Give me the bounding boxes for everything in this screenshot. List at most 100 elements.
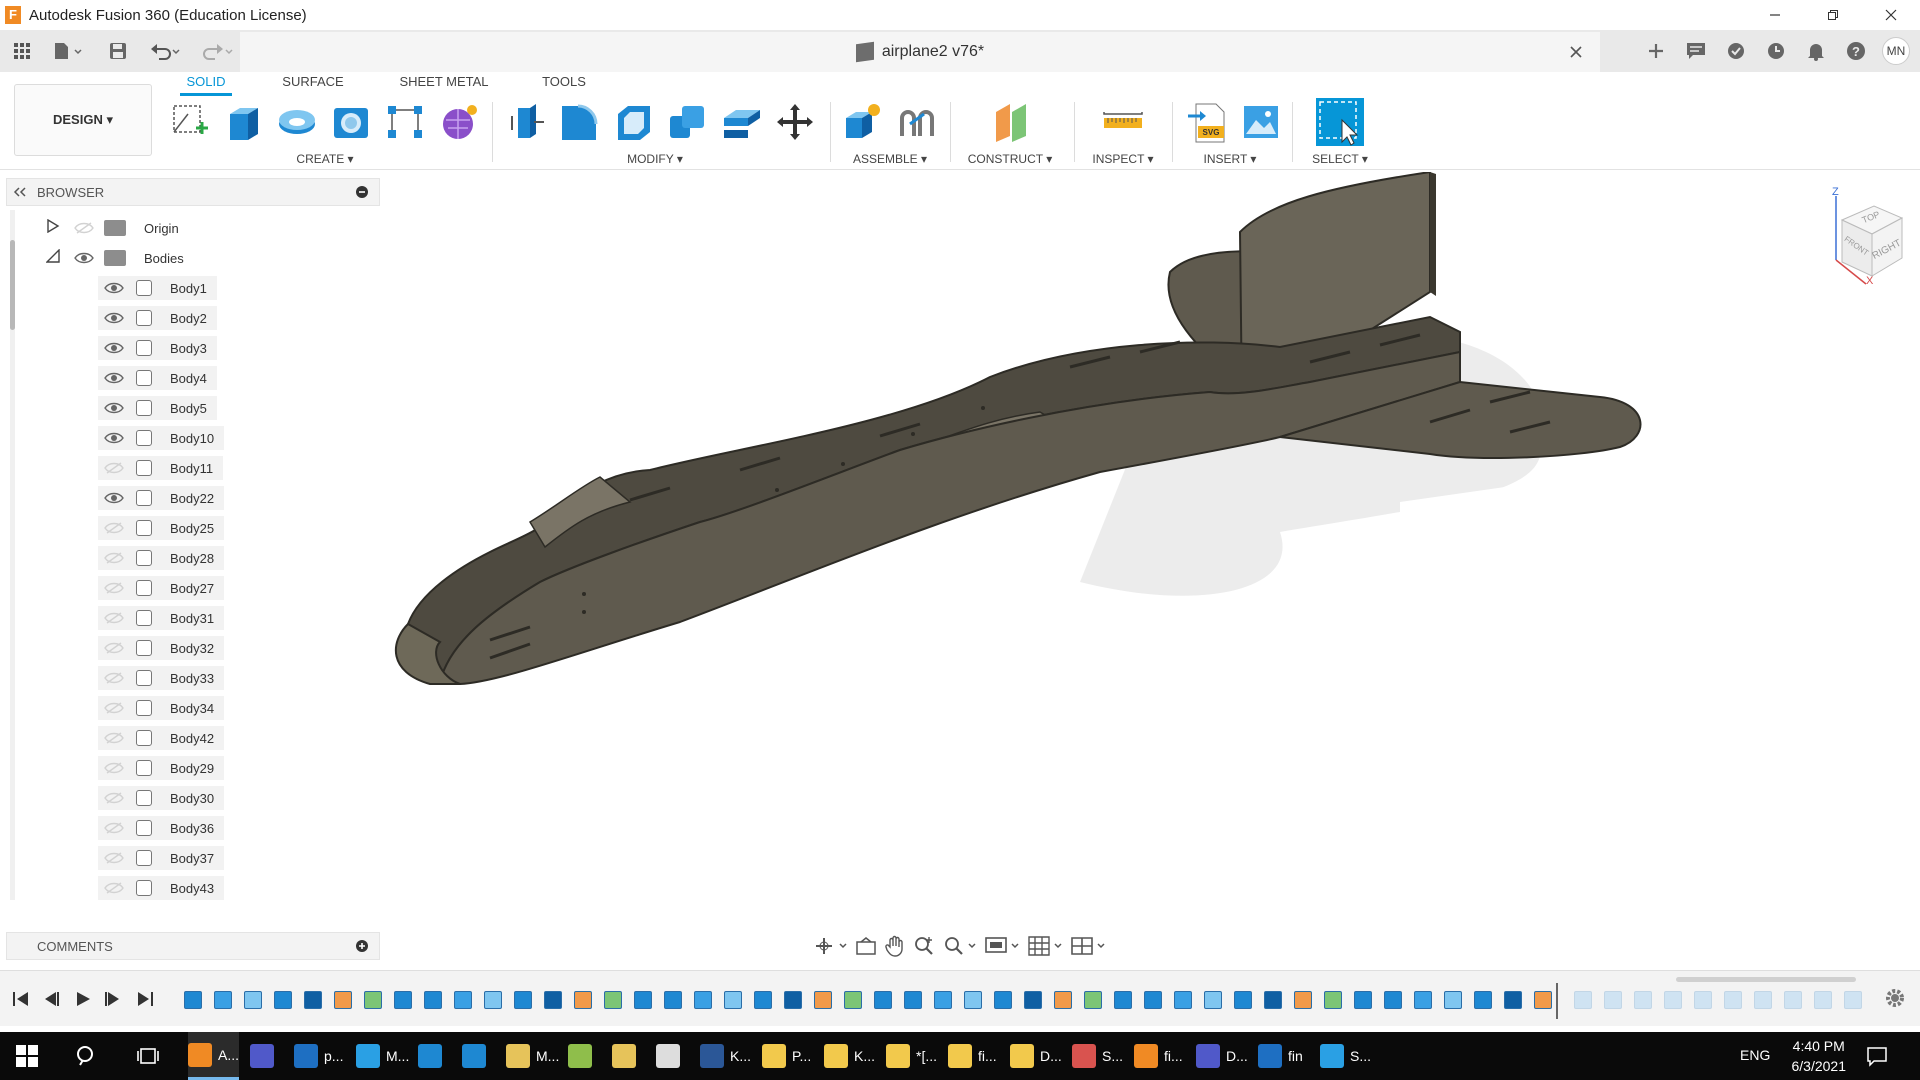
timeline-feature[interactable] xyxy=(1294,991,1312,1009)
timeline-play-button[interactable] xyxy=(74,991,92,1012)
visibility-toggle[interactable] xyxy=(104,732,124,744)
restore-button[interactable] xyxy=(1804,0,1862,30)
timeline-feature[interactable] xyxy=(1574,991,1592,1009)
task-view-button[interactable] xyxy=(136,1032,160,1080)
timeline-feature[interactable] xyxy=(1114,991,1132,1009)
browser-body-item[interactable]: Body31 xyxy=(98,606,225,630)
fillet-button[interactable] xyxy=(558,100,600,144)
create-form-button[interactable] xyxy=(438,100,480,144)
design-canvas[interactable]: TOP FRONT RIGHT Z X xyxy=(380,170,1920,962)
visibility-toggle[interactable] xyxy=(104,582,124,594)
new-component-button[interactable] xyxy=(842,100,884,144)
timeline-feature[interactable] xyxy=(754,991,772,1009)
close-window-button[interactable] xyxy=(1862,0,1920,30)
timeline-feature[interactable] xyxy=(484,991,502,1009)
shell-button[interactable] xyxy=(612,100,654,144)
timeline-feature[interactable] xyxy=(1504,991,1522,1009)
file-menu-button[interactable] xyxy=(50,39,86,63)
timeline-feature[interactable] xyxy=(1174,991,1192,1009)
timeline-feature[interactable] xyxy=(664,991,682,1009)
taskbar-app[interactable]: S... xyxy=(1072,1032,1123,1080)
tab-sheet-metal[interactable]: SHEET METAL xyxy=(394,74,494,96)
revolve-button[interactable] xyxy=(276,100,318,144)
taskbar-app[interactable] xyxy=(250,1032,280,1080)
language-indicator[interactable]: ENG xyxy=(1740,1047,1770,1063)
timeline-feature[interactable] xyxy=(1354,991,1372,1009)
create-group-label[interactable]: CREATE ▾ xyxy=(270,152,380,166)
visibility-toggle[interactable] xyxy=(104,312,124,324)
browser-body-item[interactable]: Body4 xyxy=(98,366,217,390)
hole-button[interactable] xyxy=(330,100,372,144)
visibility-toggle[interactable] xyxy=(104,642,124,654)
taskbar-app[interactable] xyxy=(612,1032,642,1080)
minimize-button[interactable] xyxy=(1746,0,1804,30)
timeline-feature[interactable] xyxy=(634,991,652,1009)
combine-button[interactable] xyxy=(666,100,708,144)
taskbar-app[interactable]: K... xyxy=(824,1032,875,1080)
close-document-button[interactable] xyxy=(1570,42,1582,63)
timeline-feature[interactable] xyxy=(844,991,862,1009)
timeline-feature[interactable] xyxy=(694,991,712,1009)
timeline-feature[interactable] xyxy=(274,991,292,1009)
redo-button[interactable] xyxy=(196,39,236,63)
taskbar-app[interactable]: p... xyxy=(294,1032,343,1080)
fit-button[interactable] xyxy=(943,935,977,962)
timeline-feature[interactable] xyxy=(1784,991,1802,1009)
visibility-toggle[interactable] xyxy=(104,492,124,504)
timeline-feature[interactable] xyxy=(874,991,892,1009)
visibility-toggle[interactable] xyxy=(104,612,124,624)
browser-body-item[interactable]: Body1 xyxy=(98,276,217,300)
timeline-feature[interactable] xyxy=(454,991,472,1009)
insert-svg-button[interactable]: SVG xyxy=(1186,100,1228,144)
select-group-label[interactable]: SELECT ▾ xyxy=(1296,152,1384,166)
timeline-feature[interactable] xyxy=(1024,991,1042,1009)
zoom-button[interactable] xyxy=(913,935,935,962)
taskbar-app[interactable] xyxy=(656,1032,686,1080)
browser-body-item[interactable]: Body28 xyxy=(98,546,225,570)
select-button[interactable] xyxy=(1316,98,1364,146)
browser-body-item[interactable]: Body29 xyxy=(98,756,225,780)
timeline-settings-button[interactable] xyxy=(1884,987,1906,1014)
visibility-toggle[interactable] xyxy=(104,342,124,354)
timeline-feature[interactable] xyxy=(364,991,382,1009)
timeline-feature[interactable] xyxy=(184,991,202,1009)
browser-body-item[interactable]: Body3 xyxy=(98,336,217,360)
search-button[interactable] xyxy=(76,1032,98,1080)
pattern-button[interactable] xyxy=(384,100,426,144)
timeline-feature[interactable] xyxy=(1664,991,1682,1009)
browser-body-item[interactable]: Body5 xyxy=(98,396,217,420)
timeline-feature[interactable] xyxy=(1054,991,1072,1009)
timeline-feature[interactable] xyxy=(1724,991,1742,1009)
visibility-toggle[interactable] xyxy=(74,252,94,264)
timeline-feature[interactable] xyxy=(1384,991,1402,1009)
offset-face-button[interactable] xyxy=(720,100,762,144)
visibility-toggle[interactable] xyxy=(104,822,124,834)
visibility-toggle[interactable] xyxy=(104,432,124,444)
modify-group-label[interactable]: MODIFY ▾ xyxy=(600,152,710,166)
tab-surface[interactable]: SURFACE xyxy=(278,74,348,96)
notifications-button[interactable] xyxy=(1676,34,1716,68)
taskbar-app[interactable]: fin xyxy=(1258,1032,1303,1080)
create-sketch-button[interactable] xyxy=(168,100,210,144)
browser-body-item[interactable]: Body11 xyxy=(98,456,224,480)
visibility-toggle[interactable] xyxy=(104,702,124,714)
timeline-feature[interactable] xyxy=(1324,991,1342,1009)
timeline-prev-button[interactable] xyxy=(42,991,60,1012)
workspace-switcher[interactable]: DESIGN ▾ xyxy=(14,84,152,156)
timeline-next-button[interactable] xyxy=(104,991,122,1012)
taskbar-app[interactable] xyxy=(418,1032,448,1080)
timeline-feature[interactable] xyxy=(1604,991,1622,1009)
browser-body-item[interactable]: Body30 xyxy=(98,786,225,810)
taskbar-app[interactable]: D... xyxy=(1010,1032,1062,1080)
timeline-feature[interactable] xyxy=(1474,991,1492,1009)
taskbar-app[interactable] xyxy=(568,1032,598,1080)
taskbar-app[interactable]: D... xyxy=(1196,1032,1248,1080)
browser-body-item[interactable]: Body34 xyxy=(98,696,225,720)
system-clock[interactable]: 4:40 PM 6/3/2021 xyxy=(1792,1036,1847,1076)
timeline-feature[interactable] xyxy=(514,991,532,1009)
browser-body-item[interactable]: Body2 xyxy=(98,306,217,330)
timeline-feature[interactable] xyxy=(1534,991,1552,1009)
timeline-feature[interactable] xyxy=(1414,991,1432,1009)
action-center-button[interactable] xyxy=(1866,1032,1888,1080)
timeline-feature[interactable] xyxy=(544,991,562,1009)
